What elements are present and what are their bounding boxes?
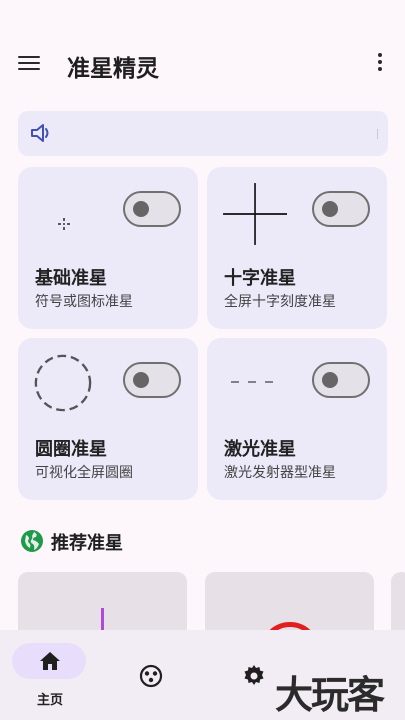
app-bar: 准星精灵 (0, 0, 405, 100)
speaker-icon (31, 124, 49, 142)
globe-icon (21, 530, 43, 552)
more-vert-icon[interactable] (372, 53, 388, 77)
toggle-laser-crosshair[interactable] (312, 362, 370, 398)
dashed-circle-icon (34, 354, 92, 412)
apps-icon (139, 664, 163, 688)
section-title: 推荐准星 (51, 533, 123, 554)
card-circle-crosshair[interactable]: 圆圈准星 可视化全屏圆圈 (18, 338, 198, 500)
cross-icon (223, 183, 287, 245)
settings-icon (244, 665, 264, 685)
card-title: 基础准星 (35, 268, 107, 289)
home-icon (40, 652, 60, 670)
dot-crosshair-icon (58, 218, 70, 230)
card-cross-crosshair[interactable]: 十字准星 全屏十字刻度准星 (207, 167, 387, 329)
notice-cursor (377, 129, 378, 139)
page-title: 准星精灵 (67, 56, 159, 82)
card-title: 十字准星 (224, 268, 296, 289)
toggle-circle-crosshair[interactable] (123, 362, 181, 398)
card-title: 圆圈准星 (35, 439, 107, 460)
card-subtitle: 符号或图标准星 (35, 294, 133, 310)
watermark-text: 大玩客 (275, 673, 385, 717)
laser-dash-icon (231, 381, 273, 383)
card-title: 激光准星 (224, 439, 296, 460)
nav-item-apps[interactable] (101, 630, 201, 720)
card-subtitle: 激光发射器型准星 (224, 465, 336, 481)
menu-icon[interactable] (18, 52, 46, 74)
card-basic-crosshair[interactable]: 基础准星 符号或图标准星 (18, 167, 198, 329)
toggle-basic-crosshair[interactable] (123, 191, 181, 227)
card-laser-crosshair[interactable]: 激光准星 激光发射器型准星 (207, 338, 387, 500)
card-subtitle: 全屏十字刻度准星 (224, 294, 336, 310)
nav-label-home: 主页 (36, 693, 63, 708)
card-subtitle: 可视化全屏圆圈 (35, 465, 133, 481)
nav-item-home[interactable]: 主页 (0, 630, 100, 720)
notice-bar[interactable] (18, 111, 388, 156)
toggle-cross-crosshair[interactable] (312, 191, 370, 227)
